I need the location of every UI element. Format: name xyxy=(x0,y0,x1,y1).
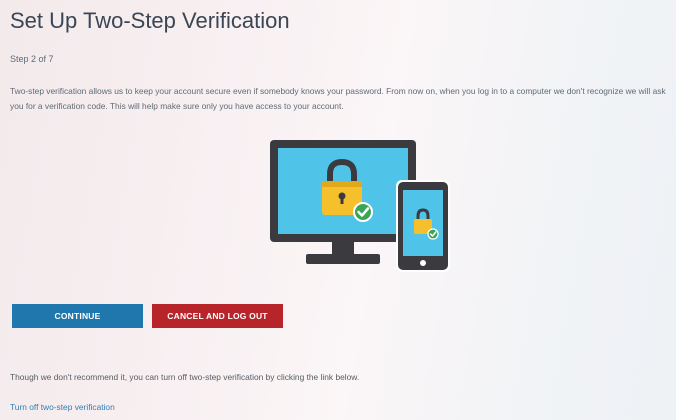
step-indicator: Step 2 of 7 xyxy=(10,54,54,64)
cancel-and-logout-button[interactable]: CANCEL AND LOG OUT xyxy=(152,304,283,328)
turn-off-two-step-link[interactable]: Turn off two-step verification xyxy=(10,402,115,412)
smartphone-icon xyxy=(396,180,450,272)
checkmark-icon xyxy=(353,202,373,222)
page-title: Set Up Two-Step Verification xyxy=(10,8,290,33)
security-illustration xyxy=(262,136,462,276)
description-text: Two-step verification allows us to keep … xyxy=(10,86,666,111)
continue-button[interactable]: CONTINUE xyxy=(12,304,143,328)
turn-off-note: Though we don't recommend it, you can tu… xyxy=(10,372,360,382)
